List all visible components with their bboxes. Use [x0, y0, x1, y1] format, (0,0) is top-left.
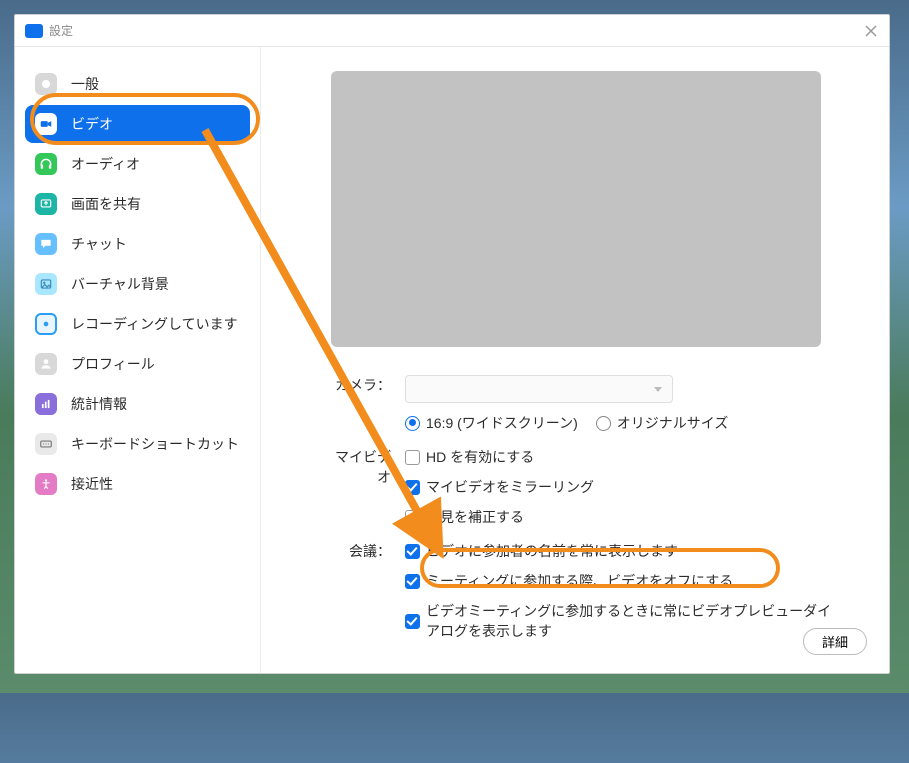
sidebar-item-label: オーディオ	[71, 154, 140, 174]
headphones-icon	[35, 153, 57, 175]
radio-label: オリジナルサイズ	[617, 413, 729, 433]
checkbox-icon	[405, 450, 420, 465]
keyboard-icon	[35, 433, 57, 455]
sidebar-item-chat[interactable]: チャット	[25, 225, 250, 263]
sidebar-item-virtual-background[interactable]: バーチャル背景	[25, 265, 250, 303]
sidebar-item-recording[interactable]: レコーディングしています	[25, 305, 250, 343]
sidebar-item-label: チャット	[71, 234, 127, 254]
video-preview	[331, 71, 821, 347]
check-hd[interactable]: HD を有効にする	[405, 447, 839, 467]
sidebar-item-label: 画面を共有	[71, 194, 141, 214]
checkbox-icon	[405, 614, 420, 629]
detail-button[interactable]: 詳細	[803, 628, 867, 655]
screen-icon	[35, 193, 57, 215]
sidebar-item-label: 接近性	[71, 474, 113, 494]
sidebar-item-accessibility[interactable]: 接近性	[25, 465, 250, 503]
radio-aspect-16-9[interactable]: 16:9 (ワイドスクリーン)	[405, 413, 578, 433]
sidebar-item-label: ビデオ	[71, 114, 113, 134]
sidebar-item-label: プロフィール	[71, 354, 155, 374]
camera-dropdown[interactable]	[405, 375, 673, 403]
video-icon	[35, 113, 57, 135]
check-video-off-on-join[interactable]: ミーティングに参加する際、ビデオをオフにする	[405, 571, 839, 591]
accessibility-icon	[35, 473, 57, 495]
body: 一般 ビデオ オーディオ 画面を共有	[15, 47, 889, 673]
row-meeting: 会議： ビデオに参加者の名前を常に表示します ミーティングに参加する際、ビデオを…	[331, 541, 839, 641]
myvideo-label: マイビデオ	[331, 447, 405, 527]
titlebar: 設定	[15, 15, 889, 47]
check-label: 外見を補正する	[426, 507, 524, 527]
sidebar-item-label: 一般	[71, 74, 99, 94]
gear-icon	[35, 73, 57, 95]
checkbox-icon	[405, 544, 420, 559]
window-title: 設定	[49, 22, 73, 39]
sidebar-item-profile[interactable]: プロフィール	[25, 345, 250, 383]
sidebar-item-label: レコーディングしています	[71, 314, 238, 334]
check-show-names[interactable]: ビデオに参加者の名前を常に表示します	[405, 541, 839, 561]
checkbox-icon	[405, 510, 420, 525]
app-icon	[25, 24, 43, 38]
sidebar-item-statistics[interactable]: 統計情報	[25, 385, 250, 423]
checkbox-icon	[405, 480, 420, 495]
check-mirror[interactable]: マイビデオをミラーリング	[405, 477, 839, 497]
camera-label: カメラ：	[331, 375, 405, 433]
check-touchup[interactable]: 外見を補正する	[405, 507, 839, 527]
sidebar-item-label: バーチャル背景	[71, 274, 169, 294]
sidebar-item-keyboard-shortcuts[interactable]: キーボードショートカット	[25, 425, 250, 463]
record-icon	[35, 313, 57, 335]
close-icon	[865, 25, 877, 37]
sidebar-item-general[interactable]: 一般	[25, 65, 250, 103]
meeting-label: 会議：	[331, 541, 405, 641]
sidebar-item-label: 統計情報	[71, 394, 127, 414]
check-label: マイビデオをミラーリング	[426, 477, 594, 497]
sidebar-item-share-screen[interactable]: 画面を共有	[25, 185, 250, 223]
check-label: ミーティングに参加する際、ビデオをオフにする	[426, 571, 733, 591]
row-camera: カメラ： 16:9 (ワイドスクリーン) オリジナルサイズ	[331, 375, 839, 433]
chat-icon	[35, 233, 57, 255]
sidebar-item-label: キーボードショートカット	[71, 434, 239, 454]
check-preview-dialog[interactable]: ビデオミーティングに参加するときに常にビデオプレビューダイアログを表示します	[405, 601, 839, 641]
radio-icon	[596, 416, 611, 431]
content-pane: カメラ： 16:9 (ワイドスクリーン) オリジナルサイズ	[261, 47, 889, 673]
check-label: HD を有効にする	[426, 447, 534, 467]
radio-aspect-original[interactable]: オリジナルサイズ	[596, 413, 729, 433]
checkbox-icon	[405, 574, 420, 589]
image-icon	[35, 273, 57, 295]
radio-icon	[405, 416, 420, 431]
person-icon	[35, 353, 57, 375]
close-button[interactable]	[861, 21, 881, 41]
sidebar-item-audio[interactable]: オーディオ	[25, 145, 250, 183]
sidebar-item-video[interactable]: ビデオ	[25, 105, 250, 143]
stats-icon	[35, 393, 57, 415]
check-label: ビデオに参加者の名前を常に表示します	[426, 541, 678, 561]
row-myvideo: マイビデオ HD を有効にする マイビデオをミラーリング 外見を補正する	[331, 447, 839, 527]
settings-window: 設定 一般 ビデオ オーディオ	[14, 14, 890, 674]
sidebar: 一般 ビデオ オーディオ 画面を共有	[15, 47, 261, 673]
radio-label: 16:9 (ワイドスクリーン)	[426, 413, 578, 433]
check-label: ビデオミーティングに参加するときに常にビデオプレビューダイアログを表示します	[426, 601, 839, 641]
